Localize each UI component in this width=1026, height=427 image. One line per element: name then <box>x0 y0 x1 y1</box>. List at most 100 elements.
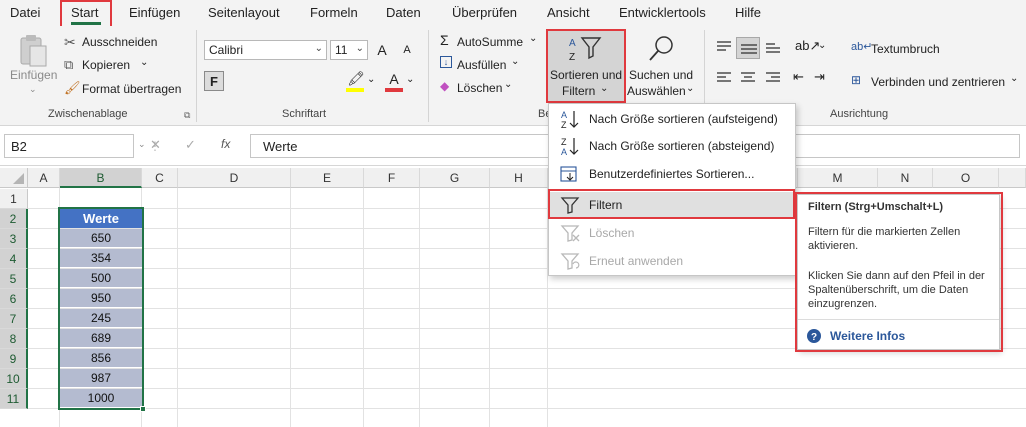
name-box-chevron[interactable]: ⌄ <box>138 139 146 150</box>
autosum-chevron[interactable]: ⌄ <box>529 33 537 44</box>
svg-text:Z: Z <box>561 120 567 129</box>
align-center-icon[interactable] <box>740 71 756 88</box>
enter-icon[interactable]: ✓ <box>185 137 196 153</box>
row-header-9[interactable]: 9 <box>0 349 28 369</box>
font-color-button[interactable]: A <box>384 69 404 89</box>
menu-ansicht[interactable]: Ansicht <box>547 5 590 20</box>
shrink-font-button[interactable]: A <box>397 40 417 60</box>
clear-chevron[interactable]: ⌄ <box>504 79 512 90</box>
autosum-button[interactable]: AutoSumme <box>457 35 523 49</box>
align-top-icon[interactable] <box>716 40 732 57</box>
wrap-text-button[interactable]: Textumbruch <box>871 42 940 56</box>
column-header-a[interactable]: A <box>28 168 60 188</box>
fill-chevron[interactable]: ⌄ <box>511 56 519 67</box>
clear-filter-icon <box>559 223 581 243</box>
grow-font-button[interactable]: A <box>372 40 392 60</box>
font-color-bar <box>385 88 403 92</box>
menu-hilfe[interactable]: Hilfe <box>735 5 761 20</box>
menu-entwicklertools[interactable]: Entwicklertools <box>619 5 706 20</box>
merge-center-button[interactable]: Verbinden und zentrieren <box>871 75 1005 89</box>
name-box-value: B2 <box>11 139 27 154</box>
row-header-8[interactable]: 8 <box>0 329 28 349</box>
fill-handle[interactable] <box>140 406 146 412</box>
insert-function-icon[interactable]: fx <box>221 137 230 151</box>
cut-button[interactable]: Ausschneiden <box>82 35 157 49</box>
clear-button[interactable]: Löschen <box>457 81 502 95</box>
clipboard-launcher-icon[interactable]: ⧉ <box>184 110 190 121</box>
row-header-1[interactable]: 1 <box>0 189 28 209</box>
fill-color-chevron[interactable]: ⌄ <box>367 74 375 85</box>
row-header-7[interactable]: 7 <box>0 309 28 329</box>
paste-dropdown-chevron[interactable]: ⌄ <box>29 84 37 95</box>
custom-sort-item[interactable]: Benutzerdefiniertes Sortieren... <box>549 161 795 187</box>
row-header-5[interactable]: 5 <box>0 269 28 289</box>
copy-button[interactable]: Kopieren <box>82 58 130 72</box>
clear-filter-item[interactable]: Löschen <box>549 220 795 246</box>
custom-sort-icon <box>559 164 581 184</box>
orientation-icon[interactable]: ab↗ <box>795 38 820 54</box>
cancel-icon[interactable]: ✕ <box>150 137 161 153</box>
group-label-clipboard: Zwischenablage <box>48 108 128 120</box>
align-left-icon[interactable] <box>716 71 732 88</box>
font-size-combo[interactable]: 11 ⌄ <box>330 40 368 60</box>
column-header-o[interactable]: O <box>933 168 999 188</box>
paste-button[interactable]: Einfügen <box>10 68 57 82</box>
fill-down-icon: ↓ <box>440 56 452 68</box>
row-header-10[interactable]: 10 <box>0 369 28 389</box>
font-name-combo[interactable]: Calibri ⌄ <box>204 40 327 60</box>
copy-icon: ⧉ <box>64 57 74 72</box>
gridline <box>28 408 1026 409</box>
gridline <box>28 368 1026 369</box>
align-right-icon[interactable] <box>765 71 781 88</box>
column-header-f[interactable]: F <box>364 168 420 188</box>
align-bottom-icon[interactable] <box>765 40 781 57</box>
menu-einfuegen[interactable]: Einfügen <box>129 5 180 20</box>
column-header-n[interactable]: N <box>878 168 933 188</box>
menu-seitenlayout[interactable]: Seitenlayout <box>208 5 280 20</box>
row-header-4[interactable]: 4 <box>0 249 28 269</box>
chevron-down-icon: ⌄ <box>355 43 364 54</box>
gridline <box>28 388 1026 389</box>
column-header-b[interactable]: B <box>60 168 142 188</box>
find-select-label-1[interactable]: Suchen und <box>629 68 693 82</box>
reapply-item[interactable]: Erneut anwenden <box>549 248 795 274</box>
magnifier-icon <box>647 34 677 67</box>
menu-ueberpruefen[interactable]: Überprüfen <box>452 5 517 20</box>
find-select-label-2[interactable]: Auswählen <box>627 84 686 98</box>
chevron-down-icon: ⌄ <box>314 43 323 54</box>
copy-dropdown-chevron[interactable]: ⌄ <box>140 57 148 68</box>
column-header-m[interactable]: M <box>798 168 878 188</box>
column-header-c[interactable]: C <box>142 168 178 188</box>
wrap-text-icon: ab↵ <box>851 41 873 53</box>
row-header-2[interactable]: 2 <box>0 209 28 229</box>
column-header-h[interactable]: H <box>490 168 548 188</box>
align-middle-button[interactable] <box>736 37 760 59</box>
row-header-11[interactable]: 11 <box>0 389 28 409</box>
name-box[interactable]: B2 <box>4 134 134 158</box>
increase-indent-icon[interactable]: ⇥ <box>814 69 825 85</box>
sigma-icon: Σ <box>440 32 449 48</box>
orientation-chevron[interactable]: ⌄ <box>818 40 826 51</box>
select-all-corner[interactable] <box>0 168 28 188</box>
format-painter-button[interactable]: Format übertragen <box>82 82 181 96</box>
menu-formeln[interactable]: Formeln <box>310 5 358 20</box>
column-header-g[interactable]: G <box>420 168 490 188</box>
column-header-e[interactable]: E <box>291 168 364 188</box>
find-select-chevron[interactable]: ⌄ <box>686 83 694 94</box>
menu-datei[interactable]: Datei <box>10 5 40 20</box>
decrease-indent-icon[interactable]: ⇤ <box>793 69 804 85</box>
fill-color-icon[interactable]: 🖍 <box>347 70 365 87</box>
fill-button[interactable]: Ausfüllen <box>457 58 506 72</box>
sort-descending-item[interactable]: ZA Nach Größe sortieren (absteigend) <box>549 133 795 159</box>
row-header-6[interactable]: 6 <box>0 289 28 309</box>
row-header-3[interactable]: 3 <box>0 229 28 249</box>
sort-ascending-item[interactable]: AZ Nach Größe sortieren (aufsteigend) <box>549 106 795 132</box>
column-header-d[interactable]: D <box>178 168 291 188</box>
bold-button[interactable]: F <box>204 71 224 91</box>
sort-ascending-label: Nach Größe sortieren (aufsteigend) <box>589 112 778 126</box>
reapply-icon <box>559 251 581 271</box>
merge-center-chevron[interactable]: ⌄ <box>1010 73 1018 84</box>
menu-daten[interactable]: Daten <box>386 5 421 20</box>
highlight-start-tab <box>60 0 112 29</box>
font-color-chevron[interactable]: ⌄ <box>406 74 414 85</box>
